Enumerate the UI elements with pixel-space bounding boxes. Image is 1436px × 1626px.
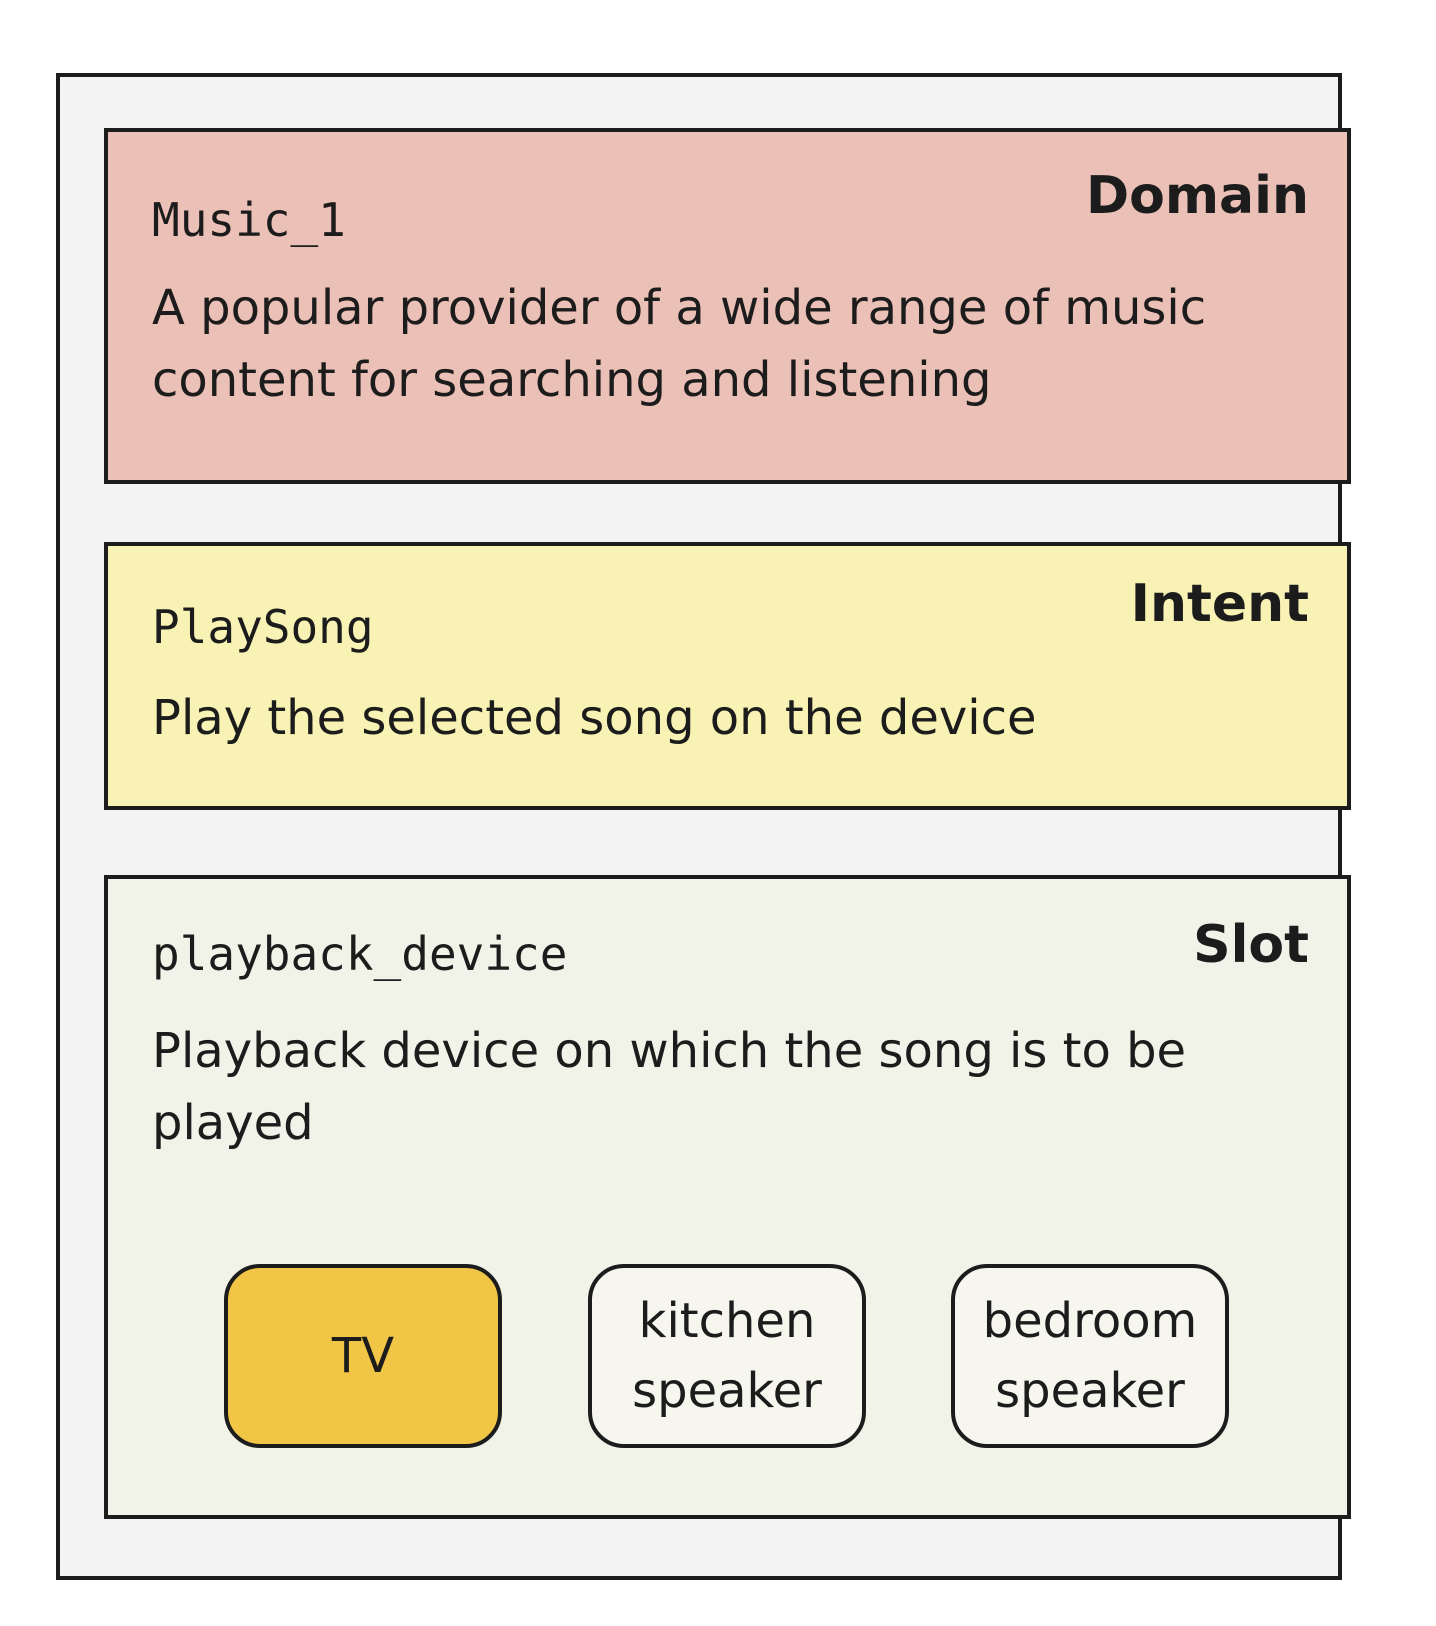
- slot-value-label: TV: [331, 1328, 395, 1384]
- intent-kind-label: Intent: [1130, 574, 1309, 634]
- slot-value-chip[interactable]: kitchen speaker: [588, 1264, 866, 1448]
- slot-value-label: bedroom speaker: [982, 1293, 1198, 1419]
- intent-panel: Intent PlaySong Play the selected song o…: [104, 542, 1351, 810]
- domain-kind-label: Domain: [1085, 166, 1309, 226]
- slot-value-label: kitchen speaker: [632, 1293, 822, 1419]
- slot-panel: Slot playback_device Playback device on …: [104, 875, 1351, 1519]
- slot-value-chip[interactable]: bedroom speaker: [951, 1264, 1229, 1448]
- domain-description: A popular provider of a wide range of mu…: [152, 280, 1207, 408]
- domain-panel: Domain Music_1 A popular provider of a w…: [104, 128, 1351, 484]
- intent-name: PlaySong: [152, 600, 374, 654]
- slot-value-chip[interactable]: TV: [224, 1264, 502, 1448]
- slot-kind-label: Slot: [1193, 915, 1309, 975]
- slot-name: playback_device: [152, 927, 568, 981]
- domain-name: Music_1: [152, 193, 346, 247]
- intent-description: Play the selected song on the device: [152, 690, 1037, 746]
- slot-description: Playback device on which the song is to …: [152, 1023, 1187, 1151]
